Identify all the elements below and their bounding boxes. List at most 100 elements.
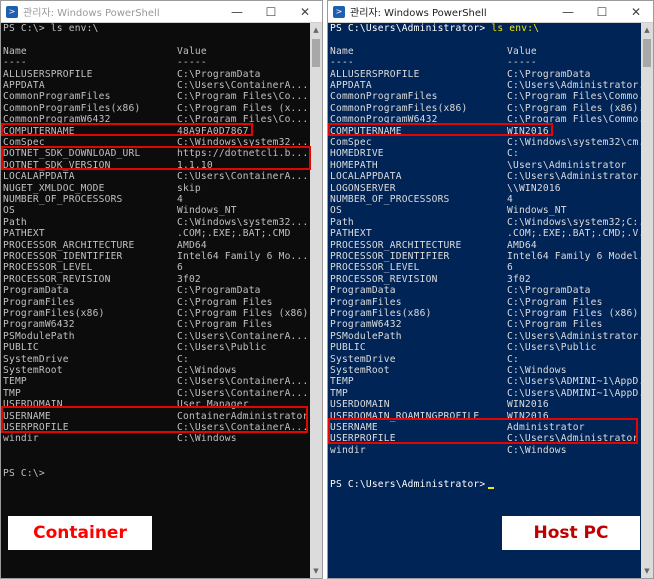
value-column-rule: -----	[507, 57, 537, 69]
env-var-name: COMPUTERNAME	[330, 125, 402, 137]
env-var-value: \Users\Administrator	[507, 159, 627, 171]
vertical-scrollbar[interactable]: ▲ ▼	[310, 23, 322, 578]
env-var-name: PROCESSOR_ARCHITECTURE	[330, 239, 462, 251]
env-var-name: Path	[3, 216, 27, 228]
env-var-name: TEMP	[330, 376, 354, 388]
env-var-name: SystemRoot	[330, 365, 390, 376]
title-bar[interactable]: > 관리자: Windows PowerShell — ☐ ✕	[328, 1, 653, 23]
env-var-name: Path	[330, 216, 354, 228]
env-var-name: USERDOMAIN_ROAMINGPROFILE	[330, 410, 480, 422]
env-var-value: Windows_NT	[177, 205, 237, 217]
scroll-up-icon[interactable]: ▲	[310, 23, 322, 37]
powershell-icon: >	[6, 5, 18, 18]
env-var-name: SystemDrive	[330, 353, 396, 365]
env-var-value: C:\Users\ContainerA...	[177, 376, 309, 388]
close-icon[interactable]: ✕	[288, 1, 322, 23]
env-var-value: C:\Users\Public	[507, 342, 597, 354]
env-var-name: HOMEPATH	[330, 159, 378, 171]
env-var-name: USERNAME	[3, 410, 51, 422]
maximize-icon[interactable]: ☐	[585, 1, 619, 23]
env-var-value: C:\Program Files\Commo...	[507, 114, 641, 126]
env-var-value: 3f02	[177, 273, 201, 285]
env-var-value: C:\Program Files (x86)...	[507, 102, 641, 114]
end-prompt: PS C:\>	[3, 468, 45, 479]
env-var-name: NUMBER_OF_PROCESSORS	[3, 194, 123, 205]
env-var-value: 1.1.10	[177, 159, 213, 171]
env-var-value: C:	[507, 148, 519, 160]
close-icon[interactable]: ✕	[619, 1, 653, 23]
env-var-value: Windows_NT	[507, 205, 567, 217]
env-var-value: ContainerAdministrator	[177, 410, 309, 422]
minimize-icon[interactable]: —	[551, 1, 585, 23]
env-var-name: CommonProgramFiles(x86)	[330, 102, 468, 114]
env-var-name: OS	[3, 205, 15, 217]
env-var-name: PROCESSOR_REVISION	[3, 273, 111, 285]
env-var-value: AMD64	[507, 239, 537, 251]
env-var-name: SystemDrive	[3, 353, 69, 365]
env-var-value: C:\Users\ADMINI~1\AppD...	[507, 376, 641, 388]
env-var-name: PROCESSOR_LEVEL	[3, 262, 93, 274]
name-column-rule: ----	[330, 57, 354, 69]
value-column-header: Value	[177, 45, 207, 57]
env-var-name: ProgramFiles(x86)	[3, 308, 105, 319]
env-var-name: CommonProgramW6432	[330, 114, 438, 126]
console-output[interactable]: PS C:\Users\Administrator> ls env:\ Name…	[328, 23, 641, 578]
container-powershell-window: > 관리자: Windows PowerShell — ☐ ✕ PS C:\> …	[0, 0, 323, 579]
env-var-value: C:\Windows	[507, 444, 567, 456]
minimize-icon[interactable]: —	[220, 1, 254, 23]
scrollbar-thumb[interactable]	[643, 39, 651, 67]
host-powershell-window: > 관리자: Windows PowerShell — ☐ ✕ PS C:\Us…	[327, 0, 654, 579]
scroll-down-icon[interactable]: ▼	[641, 564, 653, 578]
env-var-name: ProgramData	[330, 285, 396, 297]
env-var-value: C:\Windows	[507, 365, 567, 376]
env-var-value: WIN2016	[507, 399, 549, 411]
title-bar[interactable]: > 관리자: Windows PowerShell — ☐ ✕	[1, 1, 322, 23]
env-var-name: ALLUSERSPROFILE	[3, 68, 93, 80]
env-var-value: Administrator	[507, 422, 585, 433]
env-var-name: COMPUTERNAME	[3, 125, 75, 137]
env-var-name: CommonProgramFiles(x86)	[3, 102, 141, 114]
env-var-value: C:\Program Files\Commo...	[507, 91, 641, 103]
env-var-name: CommonProgramW6432	[3, 114, 111, 126]
env-var-value: C:\Program Files	[177, 296, 273, 308]
caption-host-pc: Host PC	[502, 516, 640, 550]
env-var-name: PROCESSOR_IDENTIFIER	[3, 251, 123, 262]
env-var-name: ProgramFiles	[3, 296, 75, 308]
env-var-value: 48A9FA0D7867	[177, 125, 249, 137]
maximize-icon[interactable]: ☐	[254, 1, 288, 23]
env-var-name: ProgramFiles	[330, 296, 402, 308]
env-var-name: PATHEXT	[3, 228, 45, 240]
window-title: 관리자: Windows PowerShell	[350, 8, 487, 19]
env-var-value: AMD64	[177, 239, 207, 251]
prompt: PS C:\>	[3, 467, 45, 479]
env-var-value: C:\Program Files	[177, 319, 273, 331]
env-var-name: NUGET_XMLDOC_MODE	[3, 182, 105, 194]
env-var-name: ProgramW6432	[330, 319, 402, 331]
env-var-name: PATHEXT	[330, 228, 372, 240]
env-var-value: C:\Windows\system32\cm...	[507, 137, 641, 148]
scroll-down-icon[interactable]: ▼	[310, 564, 322, 578]
vertical-scrollbar[interactable]: ▲ ▼	[641, 23, 653, 578]
env-var-value: 3f02	[507, 273, 531, 285]
env-var-name: PUBLIC	[3, 342, 39, 354]
env-var-name: TMP	[330, 387, 348, 399]
env-var-name: PROCESSOR_ARCHITECTURE	[3, 239, 135, 251]
env-var-name: USERDOMAIN	[3, 399, 63, 411]
prompt: PS C:\Users\Administrator>	[330, 23, 486, 34]
env-var-name: USERNAME	[330, 422, 378, 433]
console-output[interactable]: PS C:\> ls env:\ Name Value ---- ----- ALLUS…	[1, 23, 310, 578]
env-var-name: LOCALAPPDATA	[330, 171, 402, 183]
end-prompt: PS C:\Users\Administrator>	[330, 479, 495, 490]
env-var-value: C:\Windows\system32...	[177, 216, 309, 228]
env-var-value: C:\ProgramData	[507, 68, 591, 80]
env-var-name: ComSpec	[330, 137, 372, 148]
value-column-header: Value	[507, 45, 537, 57]
env-var-value: C:\Program Files	[507, 319, 603, 331]
env-var-name: NUMBER_OF_PROCESSORS	[330, 194, 450, 205]
scroll-up-icon[interactable]: ▲	[641, 23, 653, 37]
env-var-name: USERDOMAIN	[330, 399, 390, 411]
env-var-name: LOGONSERVER	[330, 182, 396, 194]
scrollbar-thumb[interactable]	[312, 39, 320, 67]
env-var-value: C:\Program Files	[507, 296, 603, 308]
env-var-value: C:\Program Files (x86)	[507, 308, 639, 319]
